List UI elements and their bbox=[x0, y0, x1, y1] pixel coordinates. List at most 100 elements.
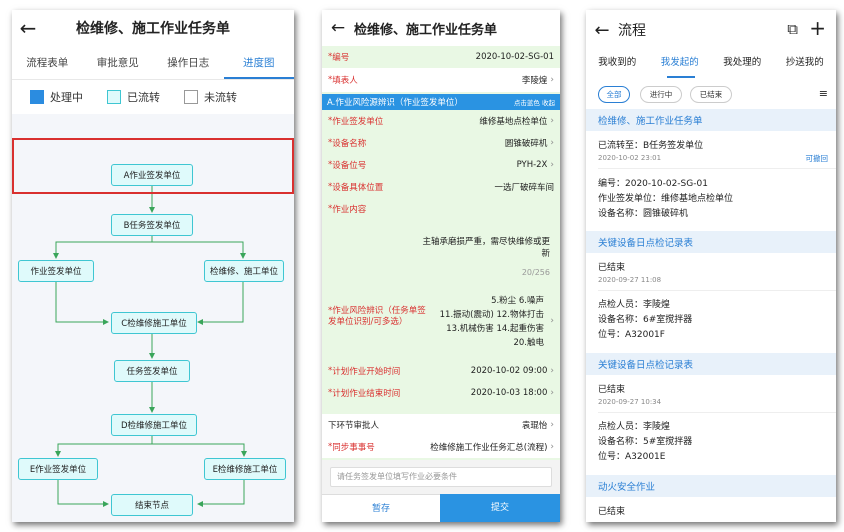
flow-node-end[interactable]: 结束节点 bbox=[111, 494, 193, 516]
filler-value: 李陵煌 bbox=[521, 76, 548, 86]
divider bbox=[598, 290, 836, 291]
legend-label: 处理中 bbox=[50, 91, 83, 104]
risk-value: 13.机械伤害 14.起重伤害 bbox=[446, 324, 544, 334]
start-time-label: 计划作业开始时间 bbox=[332, 367, 401, 377]
card-status: 已结束 bbox=[598, 385, 626, 395]
flow-node-c[interactable]: C检维修施工单位 bbox=[111, 312, 197, 334]
number-label: 编号 bbox=[332, 53, 350, 63]
legend-swatch-not-flowed bbox=[184, 90, 198, 104]
progress-screen: ← 检维修、施工作业任务单 流程表单 审批意见 操作日志 进度图 处理中 已流转… bbox=[12, 10, 294, 522]
card-title: 动火安全作业 bbox=[586, 475, 836, 497]
sync-label: 同步事事号 bbox=[332, 443, 375, 453]
content-textarea[interactable]: 主轴承磨损严重，需尽快维修或更新 bbox=[422, 236, 550, 260]
submit-button[interactable]: 提交 bbox=[440, 494, 560, 522]
filler-label: 填表人 bbox=[332, 76, 358, 86]
field-value: 圆锥破碎机 bbox=[504, 139, 548, 149]
filler-row[interactable]: * 填表人 李陵煌 › bbox=[322, 68, 560, 92]
field-label: 设备名称 bbox=[332, 139, 367, 149]
filter-pills: 全部 进行中 已结束 ≡ bbox=[586, 86, 836, 106]
tab-handled[interactable]: 我处理的 bbox=[711, 52, 774, 78]
filter-in-progress[interactable]: 进行中 bbox=[640, 86, 682, 103]
chevron-right-icon: › bbox=[550, 388, 554, 398]
field-label: 作业签发单位 bbox=[332, 117, 384, 127]
flow-node-task-issuer[interactable]: 任务签发单位 bbox=[114, 360, 190, 382]
active-tab-indicator bbox=[667, 76, 695, 78]
form-row[interactable]: * 设备位号 PYH-2X › bbox=[322, 154, 560, 176]
withdraw-link[interactable]: 可撤回 bbox=[806, 153, 829, 164]
document-icon[interactable]: ⧉ bbox=[787, 20, 798, 38]
form-row[interactable]: * 设备具体位置 一选厂破碎车间 bbox=[322, 176, 560, 198]
end-time-label: 计划作业结束时间 bbox=[332, 389, 401, 399]
back-arrow-icon[interactable]: ← bbox=[586, 20, 618, 41]
divider bbox=[598, 412, 836, 413]
conditions-input[interactable]: 请任务签发单位填写作业必要条件 bbox=[330, 467, 552, 487]
flow-node-e-left[interactable]: E作业签发单位 bbox=[18, 458, 98, 480]
tab-cc[interactable]: 抄送我的 bbox=[774, 52, 837, 78]
card-title: 关键设备日点检记录表 bbox=[586, 353, 836, 375]
legend: 处理中 已流转 未流转 bbox=[12, 82, 294, 112]
card-status: 已结束 bbox=[598, 507, 626, 517]
chevron-right-icon: › bbox=[550, 116, 554, 126]
card-time: 2020-09-27 10:34 bbox=[598, 398, 662, 406]
legend-label: 未流转 bbox=[204, 91, 237, 104]
tab-flow-form[interactable]: 流程表单 bbox=[12, 48, 83, 79]
section-header[interactable]: A.作业风险源辨识（作业签发单位） 点击蓝色 收起 bbox=[322, 94, 560, 110]
save-draft-button[interactable]: 暂存 bbox=[322, 494, 440, 522]
card-line: 编号：2020-10-02-SG-01 bbox=[598, 179, 708, 189]
back-arrow-icon[interactable]: ← bbox=[12, 16, 44, 40]
form-row[interactable]: * 设备名称 圆锥破碎机 › bbox=[322, 132, 560, 154]
chevron-right-icon: › bbox=[550, 75, 554, 85]
section-collapse-hint[interactable]: 点击蓝色 收起 bbox=[514, 97, 555, 107]
filter-finished[interactable]: 已结束 bbox=[690, 86, 732, 103]
filter-menu-icon[interactable]: ≡ bbox=[819, 87, 828, 100]
card-line: 点检人员：李陵煌 bbox=[598, 300, 671, 310]
tab-received[interactable]: 我收到的 bbox=[586, 52, 649, 78]
card-status: 已流转至：B任务签发单位 bbox=[598, 141, 704, 151]
sync-row[interactable]: * 同步事事号 检维修施工作业任务汇总(流程) › bbox=[322, 436, 560, 458]
filter-all[interactable]: 全部 bbox=[598, 86, 630, 103]
legend-not-flowed: 未流转 bbox=[184, 89, 237, 105]
start-time-row[interactable]: * 计划作业开始时间 2020-10-02 09:00 › bbox=[322, 360, 560, 382]
tab-initiated[interactable]: 我发起的 bbox=[649, 52, 712, 78]
back-arrow-icon[interactable]: ← bbox=[322, 18, 354, 38]
chevron-right-icon: › bbox=[550, 366, 554, 376]
page-title: 检维修、施工作业任务单 bbox=[354, 22, 498, 38]
section-title: A.作业风险源辨识（作业签发单位） bbox=[327, 98, 463, 108]
chevron-right-icon: › bbox=[550, 138, 554, 148]
chevron-right-icon: › bbox=[550, 316, 554, 326]
risk-value: 5.粉尘 6.噪声 bbox=[491, 296, 544, 306]
field-label: 设备具体位置 bbox=[332, 183, 384, 193]
flow-node-e-right[interactable]: E检维修施工单位 bbox=[204, 458, 286, 480]
chevron-right-icon: › bbox=[550, 420, 554, 430]
approver-label: 下环节审批人 bbox=[328, 421, 380, 431]
start-time-value: 2020-10-02 09:00 bbox=[470, 366, 548, 376]
card-line: 设备名称：6#室搅拌器 bbox=[598, 315, 693, 325]
card-line: 位号：A32001F bbox=[598, 330, 665, 340]
field-label: 设备位号 bbox=[332, 161, 367, 171]
tab-progress-chart[interactable]: 进度图 bbox=[223, 48, 294, 79]
flow-node-b[interactable]: B任务签发单位 bbox=[111, 214, 193, 236]
content-label: 作业内容 bbox=[332, 205, 367, 215]
approver-row[interactable]: 下环节审批人 袁琨怡 › bbox=[322, 414, 560, 436]
header: ← 检维修、施工作业任务单 bbox=[322, 10, 560, 46]
risk-values[interactable]: 5.粉尘 6.噪声 11.振动(震动) 12.物体打击 13.机械伤害 14.起… bbox=[426, 294, 544, 350]
end-time-row[interactable]: * 计划作业结束时间 2020-10-03 18:00 › bbox=[322, 382, 560, 404]
add-icon[interactable]: + bbox=[809, 16, 826, 40]
action-bar: 暂存 提交 bbox=[322, 494, 560, 522]
tab-operation-log[interactable]: 操作日志 bbox=[153, 48, 224, 79]
legend-flowed: 已流转 bbox=[107, 89, 160, 105]
legend-processing: 处理中 bbox=[30, 89, 83, 105]
form-row[interactable]: * 作业签发单位 维修基地点检单位 › bbox=[322, 110, 560, 132]
flow-node-d[interactable]: D检维修施工单位 bbox=[111, 414, 197, 436]
content-label-row: * 作业内容 bbox=[328, 204, 367, 215]
card-title: 检维修、施工作业任务单 bbox=[586, 109, 836, 131]
legend-swatch-flowed bbox=[107, 90, 121, 104]
header: ← 检维修、施工作业任务单 bbox=[12, 10, 294, 46]
card-line: 作业签发单位：维修基地点检单位 bbox=[598, 194, 734, 204]
flow-node-maintenance-unit[interactable]: 检维修、施工单位 bbox=[204, 260, 284, 282]
card-time: 2020-10-02 23:01 bbox=[598, 154, 662, 162]
tab-approval-comments[interactable]: 审批意见 bbox=[83, 48, 154, 79]
page-title: 流程 bbox=[618, 23, 646, 39]
legend-swatch-processing bbox=[30, 90, 44, 104]
flow-node-operation-issuer[interactable]: 作业签发单位 bbox=[18, 260, 94, 282]
